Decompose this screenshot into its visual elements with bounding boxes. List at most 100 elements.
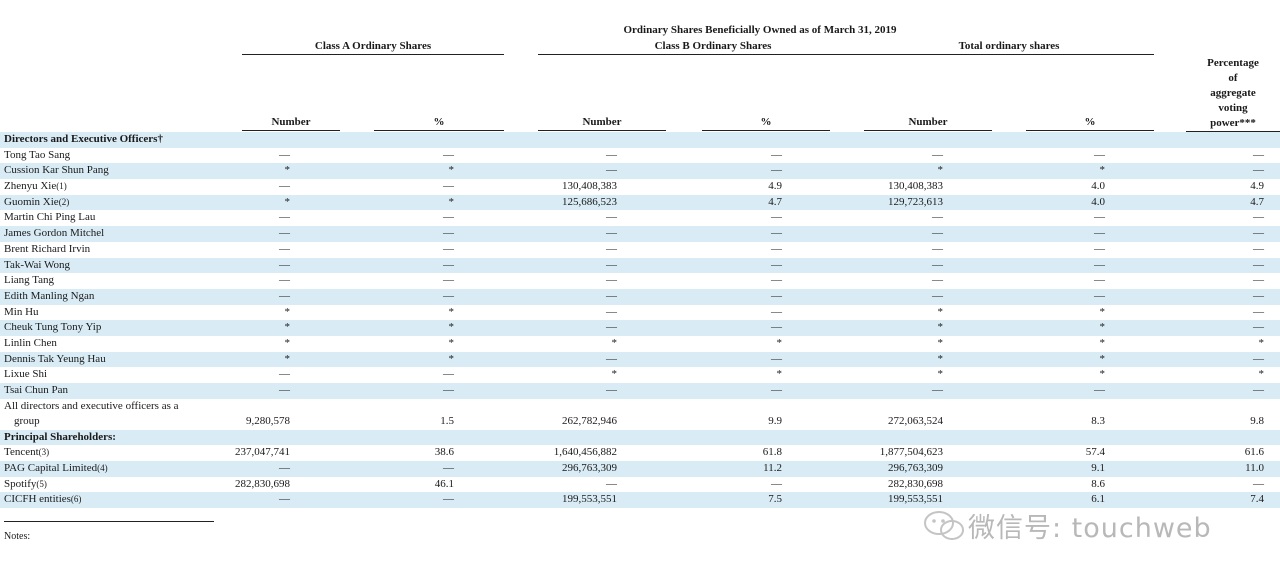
table-cell: * [1099, 164, 1106, 177]
table-cell: — [1094, 148, 1105, 161]
table-row: Spotify(5) 282,830,698 46.1 — — 282,830,698 8.… [0, 477, 1280, 493]
footnote-ref: (1) [56, 181, 67, 192]
col-header-total-pct: % [1084, 116, 1096, 128]
holder-name: Min Hu [4, 305, 39, 321]
col-header-a-pct: % [433, 116, 445, 128]
table-cell: * [448, 321, 455, 334]
holder-name: Tong Tao Sang [4, 148, 70, 164]
table-row: Tak-Wai Wong — — — — — — — [0, 257, 1280, 274]
voting-power-header-line: of [1228, 72, 1238, 84]
table-cell: * [1258, 368, 1265, 381]
table-cell: * [448, 336, 455, 349]
holder-name-text: Brent Richard Irvin [4, 242, 91, 255]
table-cell: — [279, 180, 290, 193]
table-cell: * [937, 336, 944, 349]
table-cell: 282,830,698 [888, 477, 943, 490]
table-cell: — [1253, 242, 1264, 255]
table-cell: 129,723,613 [888, 195, 943, 208]
group-rule-class-a [242, 54, 504, 55]
table-cell: * [937, 305, 944, 318]
table-cell: 296,763,309 [562, 462, 617, 475]
holder-name-text: CICFH entities [4, 493, 71, 506]
table-cell: — [771, 227, 782, 240]
col-rule [374, 130, 504, 131]
table-cell: — [932, 148, 943, 161]
table-cell: — [932, 384, 943, 396]
table-cell: 8.6 [1091, 477, 1105, 490]
holder-name-text: Liang Tang [4, 274, 55, 287]
table-cell: — [932, 274, 943, 287]
table-cell: — [279, 227, 290, 240]
table-cell: — [279, 258, 290, 271]
table-cell: — [443, 368, 454, 381]
holder-name-text: Guomin Xie [4, 195, 59, 208]
table-cell: — [443, 180, 454, 193]
col-rule [702, 130, 830, 131]
table-cell: 199,553,551 [562, 493, 617, 506]
table-cell: * [284, 164, 291, 177]
col-rule [242, 130, 340, 131]
holder-name-text: PAG Capital Limited [4, 462, 98, 475]
table-cell: — [932, 242, 943, 255]
holder-name-text: Edith Manling Ngan [4, 289, 95, 302]
table-cell: 7.4 [1250, 493, 1264, 506]
table-cell: — [443, 289, 454, 302]
table-cell: — [932, 227, 943, 240]
table-cell: 7.5 [768, 493, 782, 506]
table-cell: — [932, 289, 943, 302]
table-cell: * [1258, 336, 1265, 349]
table-cell: 46.1 [434, 477, 454, 490]
table-cell: — [932, 258, 943, 271]
holder-name-text: Cheuk Tung Tony Yip [4, 321, 102, 334]
table-cell: — [1253, 305, 1264, 318]
table-cell: — [443, 242, 454, 255]
table-cell: — [771, 274, 782, 287]
table-cell: * [937, 321, 944, 334]
table-cell: 262,782,946 [562, 414, 617, 427]
holder-name-text: Martin Chi Ping Lau [4, 211, 96, 224]
holder-name: Spotify(5) [4, 477, 47, 493]
notes-rule [4, 521, 214, 522]
holder-name: Guomin Xie(2) [4, 195, 69, 211]
table-cell: 1,640,456,882 [553, 446, 617, 459]
table-cell: — [443, 227, 454, 240]
holder-name: Zhenyu Xie(1) [4, 179, 67, 195]
table-cell: — [443, 462, 454, 475]
table-cell: — [279, 368, 290, 381]
table-cell: — [771, 477, 782, 490]
holder-name: PAG Capital Limited(4) [4, 461, 108, 477]
table-cell: 1,877,504,623 [879, 446, 943, 459]
table-cell: — [606, 352, 617, 365]
table-cell: 4.0 [1091, 195, 1105, 208]
group-rule-total [864, 54, 1154, 55]
table-row: Tong Tao Sang — — — — — — — [0, 148, 1280, 164]
table-row: Martin Chi Ping Lau — — — — — — — [0, 210, 1280, 226]
holder-name-text: Dennis Tak Yeung Hau [4, 352, 106, 365]
table-row: Dennis Tak Yeung Hau * * — — * * — [0, 351, 1280, 368]
holder-name-text: Spotify [4, 477, 37, 490]
table-cell: 38.6 [434, 446, 454, 459]
footnote-ref: (3) [38, 447, 50, 458]
table-cell: 130,408,383 [562, 180, 617, 193]
table-cell: — [606, 289, 617, 302]
table-cell: * [1099, 305, 1106, 318]
table-cell: * [448, 164, 455, 177]
table-cell: * [937, 368, 944, 381]
holder-name-text: All directors and executive officers as … [4, 399, 179, 412]
table-cell: * [448, 305, 455, 318]
table-cell: 272,063,524 [888, 414, 943, 427]
col-rule [864, 130, 992, 131]
holder-name-text: Directors and Executive Officers† [4, 133, 163, 145]
holder-name: Liang Tang [4, 273, 54, 289]
table-cell: — [279, 242, 290, 255]
table-cell: — [606, 227, 617, 240]
table-cell: — [1094, 384, 1105, 396]
table-cell: — [279, 493, 290, 506]
voting-power-header-line: aggregate [1210, 87, 1256, 99]
table-cell: 57.4 [1085, 446, 1105, 459]
table-cell: 199,553,551 [888, 493, 943, 506]
table-cell: * [284, 195, 291, 208]
table-cell: * [284, 321, 291, 334]
table-cell: — [771, 148, 782, 161]
table-title: Ordinary Shares Beneficially Owned as of… [623, 24, 897, 36]
